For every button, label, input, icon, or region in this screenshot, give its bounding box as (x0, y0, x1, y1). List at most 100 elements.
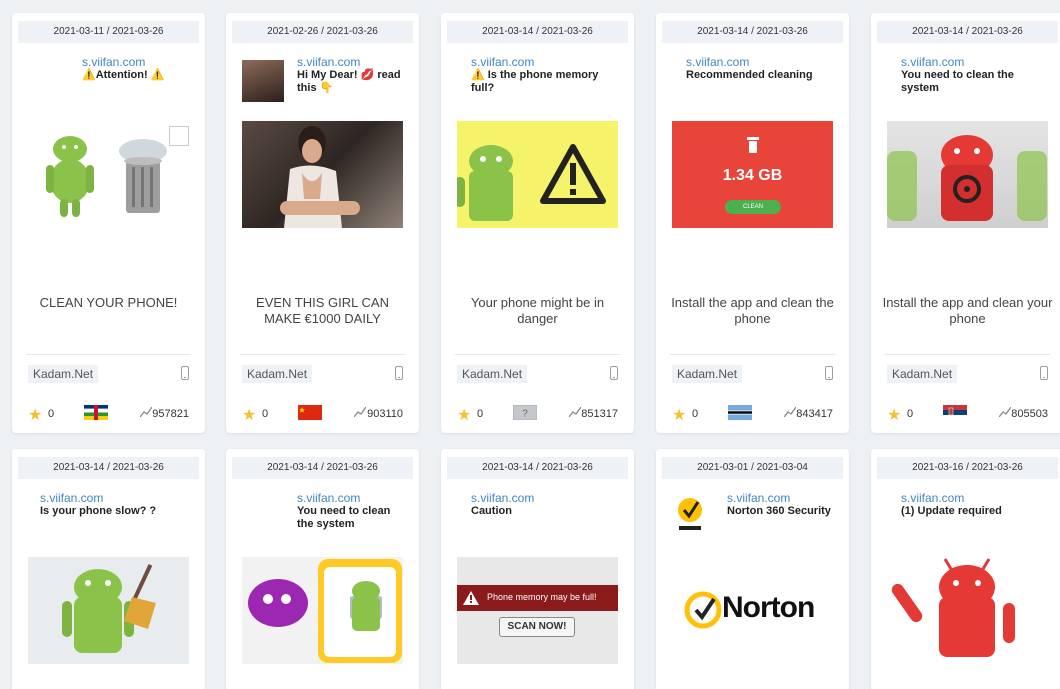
ad-image[interactable] (887, 121, 1048, 228)
date-range: 2021-03-14 / 2021-03-26 (447, 21, 628, 43)
virus-shield-icon (248, 559, 402, 663)
alert-text: Phone memory may be full! (487, 592, 597, 602)
star-count: 0 (262, 408, 269, 420)
ad-image[interactable] (28, 121, 189, 228)
ad-domain[interactable]: s.viifan.com (471, 491, 534, 505)
ad-title: You need to clean the system (297, 505, 391, 530)
ad-tagline: Install the app and clean the phone (671, 295, 834, 326)
ad-card[interactable]: 2021-03-14 / 2021-03-26 s.viifan.com Cau… (441, 449, 634, 689)
ad-image[interactable] (887, 557, 1048, 664)
ad-image[interactable]: Phone memory may be full! SCAN NOW! (457, 557, 618, 664)
ad-tagline: Your phone might be in danger (470, 295, 605, 326)
impressions-count: 843417 (796, 408, 833, 420)
ad-card[interactable]: 2021-02-26 / 2021-03-26 s.viifan.com Hi … (226, 13, 419, 433)
ad-title: Is your phone slow? ? (40, 505, 157, 517)
divider (240, 354, 405, 355)
flag-unknown-icon: ? (513, 405, 537, 420)
ad-card[interactable]: 2021-03-16 / 2021-03-26 s.viifan.com (1)… (871, 449, 1060, 689)
ad-card[interactable]: 2021-03-01 / 2021-03-04 s.viifan.com Nor… (656, 449, 849, 689)
trend-icon (569, 407, 581, 417)
divider (455, 354, 620, 355)
ad-image[interactable] (457, 121, 618, 228)
impressions-count: 903110 (367, 408, 403, 420)
red-android-icon (891, 558, 1015, 657)
flag-central-african-republic-icon (84, 405, 108, 420)
star-icon[interactable]: ★ (242, 405, 256, 425)
star-icon[interactable]: ★ (887, 405, 901, 425)
ad-title: You need to clean the system (901, 69, 1014, 94)
ad-card[interactable]: 2021-03-14 / 2021-03-26 s.viifan.com Is … (12, 449, 205, 689)
mobile-device-icon (825, 366, 833, 380)
norton-logo-icon (678, 498, 702, 530)
norton-checkmark-icon (684, 591, 722, 629)
clean-button[interactable]: CLEAN (725, 200, 781, 214)
network-badge[interactable]: Kadam.Net (887, 365, 958, 383)
network-badge[interactable]: Kadam.Net (28, 365, 99, 383)
divider (670, 354, 835, 355)
flag-serbia-icon (943, 405, 967, 420)
ad-domain[interactable]: s.viifan.com (727, 491, 790, 505)
date-range: 2021-03-14 / 2021-03-26 (447, 457, 628, 479)
date-range: 2021-03-01 / 2021-03-04 (662, 457, 843, 479)
woman-photo-icon (280, 126, 360, 228)
ad-domain[interactable]: s.viifan.com (297, 491, 360, 505)
android-biohazard-icon (887, 135, 1047, 221)
ad-domain[interactable]: s.viifan.com (40, 491, 103, 505)
date-range: 2021-02-26 / 2021-03-26 (232, 21, 413, 43)
flag-botswana-icon (728, 405, 752, 420)
date-range: 2021-03-16 / 2021-03-26 (877, 457, 1058, 479)
ad-card[interactable]: 2021-03-14 / 2021-03-26 s.viifan.com Rec… (656, 13, 849, 433)
mobile-device-icon (395, 366, 403, 380)
star-icon[interactable]: ★ (28, 405, 42, 425)
ad-title: ⚠️ Is the phone memory full? (471, 69, 599, 94)
ad-title: ⚠️Attention! ⚠️ (82, 69, 165, 81)
ad-card[interactable]: 2021-03-11 / 2021-03-26 s.viifan.com ⚠️A… (12, 13, 205, 433)
ad-image[interactable] (242, 121, 403, 228)
trend-icon (784, 407, 796, 417)
ad-tagline: Install the app and clean your phone (882, 295, 1053, 326)
date-range: 2021-03-14 / 2021-03-26 (18, 457, 199, 479)
date-range: 2021-03-14 / 2021-03-26 (662, 21, 843, 43)
ad-domain[interactable]: s.viifan.com (686, 55, 749, 69)
mobile-device-icon (610, 366, 618, 380)
star-count: 0 (907, 408, 914, 420)
date-range: 2021-03-14 / 2021-03-26 (877, 21, 1058, 43)
ad-card[interactable]: 2021-03-14 / 2021-03-26 s.viifan.com You… (226, 449, 419, 689)
ad-domain[interactable]: s.viifan.com (471, 55, 534, 69)
mobile-device-icon (181, 366, 189, 380)
network-badge[interactable]: Kadam.Net (242, 365, 313, 383)
ad-image[interactable] (242, 557, 403, 664)
ad-card[interactable]: 2021-03-14 / 2021-03-26 s.viifan.com You… (871, 13, 1060, 433)
network-badge[interactable]: Kadam.Net (672, 365, 743, 383)
ad-image[interactable]: Norton (672, 557, 833, 664)
trend-icon (354, 407, 366, 417)
ad-title: (1) Update required (901, 505, 1002, 517)
ad-domain[interactable]: s.viifan.com (82, 55, 145, 69)
ad-image[interactable] (28, 557, 189, 664)
warning-icon (463, 591, 479, 605)
ad-title: Recommended cleaning (686, 69, 813, 81)
ad-card[interactable]: 2021-03-14 / 2021-03-26 s.viifan.com ⚠️ … (441, 13, 634, 433)
star-icon[interactable]: ★ (672, 405, 686, 425)
trend-icon (999, 407, 1011, 417)
android-trash-icon (46, 136, 167, 217)
impressions-count: 805503 (1011, 408, 1048, 420)
date-range: 2021-03-11 / 2021-03-26 (18, 21, 199, 43)
ad-domain[interactable]: s.viifan.com (901, 491, 964, 505)
storage-size: 1.34 GB (722, 167, 783, 184)
star-icon[interactable]: ★ (457, 405, 471, 425)
ad-title: Caution (471, 505, 512, 517)
trend-icon (140, 407, 152, 417)
ad-domain[interactable]: s.viifan.com (297, 55, 360, 69)
ad-domain[interactable]: s.viifan.com (901, 55, 964, 69)
ad-title: Hi My Dear! 💋 read this 👇 (297, 69, 401, 94)
mobile-device-icon (1040, 366, 1048, 380)
divider (26, 354, 191, 355)
scan-now-button[interactable]: SCAN NOW! (499, 617, 575, 637)
star-count: 0 (48, 408, 55, 420)
android-warning-icon (457, 144, 606, 221)
ad-tagline: CLEAN YOUR PHONE! (39, 295, 178, 310)
flag-china-icon (298, 405, 322, 420)
network-badge[interactable]: Kadam.Net (457, 365, 528, 383)
ad-image[interactable]: 1.34 GB CLEAN (672, 121, 833, 228)
